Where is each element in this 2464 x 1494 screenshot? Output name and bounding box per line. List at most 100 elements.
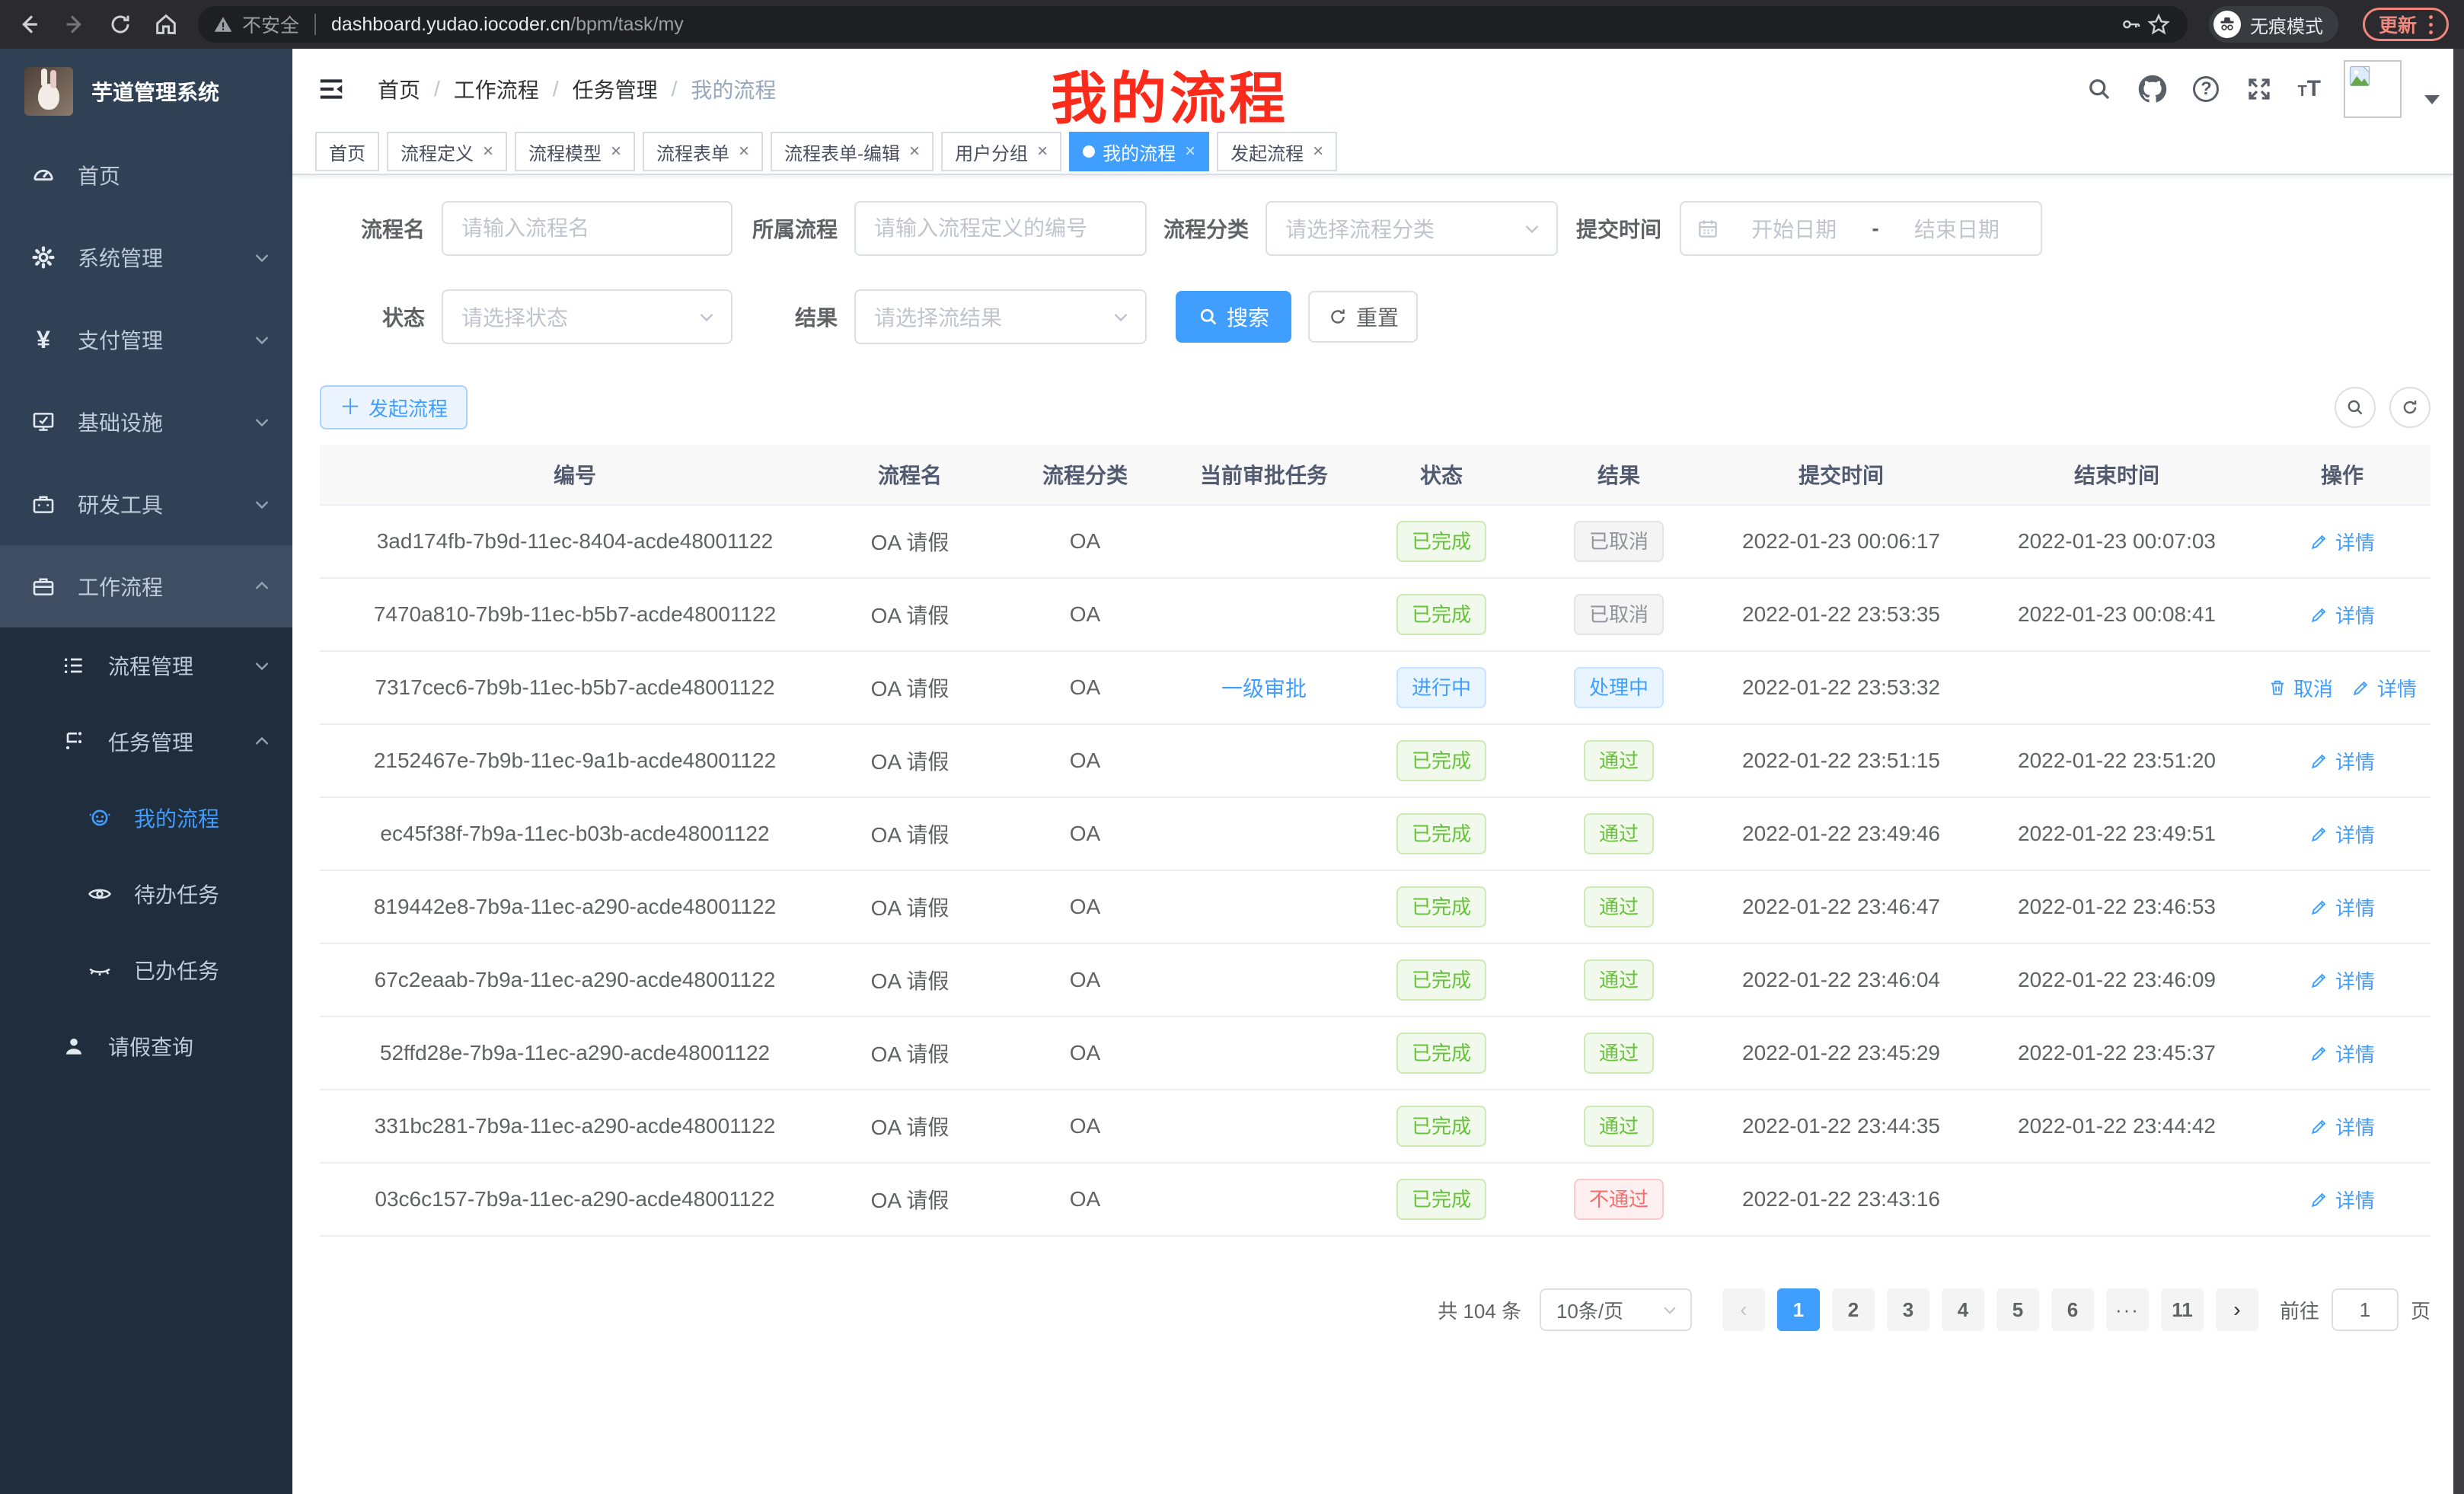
page-button-3[interactable]: 3: [1887, 1288, 1929, 1331]
close-icon[interactable]: ×: [739, 142, 749, 161]
result-badge: 通过: [1584, 886, 1654, 927]
tab-流程模型[interactable]: 流程模型 ×: [515, 132, 635, 171]
next-page-button[interactable]: ›: [2216, 1288, 2258, 1331]
detail-link[interactable]: 详情: [2351, 674, 2417, 702]
avatar[interactable]: [2344, 60, 2402, 118]
tab-label: 流程模型: [528, 139, 602, 165]
fullscreen-icon[interactable]: [2244, 74, 2274, 104]
security-warning-icon[interactable]: [213, 14, 233, 34]
result-badge: 不通过: [1574, 1179, 1664, 1220]
sidebar-item-leave-query[interactable]: 请假查询: [0, 1008, 292, 1084]
detail-link[interactable]: 详情: [2309, 893, 2375, 921]
goto-page-input[interactable]: [2332, 1288, 2399, 1331]
github-icon[interactable]: [2137, 74, 2168, 104]
page-button-6[interactable]: 6: [2051, 1288, 2094, 1331]
action-label: 详情: [2335, 1039, 2375, 1068]
tab-首页[interactable]: 首页: [315, 132, 379, 171]
sidebar-collapse-icon[interactable]: [317, 74, 347, 104]
breadcrumb-task-mgmt[interactable]: 任务管理: [573, 74, 658, 104]
close-icon[interactable]: ×: [483, 142, 493, 161]
page-button-11[interactable]: 11: [2161, 1288, 2204, 1331]
breadcrumb-workflow[interactable]: 工作流程: [454, 74, 539, 104]
page-button-5[interactable]: 5: [1996, 1288, 2039, 1331]
category-select[interactable]: 请选择流程分类: [1266, 201, 1558, 256]
toggle-search-button[interactable]: [2335, 387, 2376, 428]
close-icon[interactable]: ×: [1037, 142, 1048, 161]
font-size-icon[interactable]: TT: [2297, 76, 2321, 102]
sidebar-item-payment[interactable]: ¥ 支付管理: [0, 298, 292, 381]
table-row: 7470a810-7b9b-11ec-b5b7-acde48001122OA 请…: [320, 579, 2430, 652]
close-icon[interactable]: ×: [1313, 142, 1323, 161]
sidebar-item-my-process[interactable]: 我的流程: [0, 780, 292, 856]
detail-link[interactable]: 详情: [2309, 1186, 2375, 1214]
detail-link[interactable]: 详情: [2309, 1113, 2375, 1141]
help-icon[interactable]: ?: [2191, 74, 2221, 104]
tab-我的流程[interactable]: 我的流程×: [1069, 132, 1209, 171]
avatar-caret-icon[interactable]: [2424, 95, 2440, 104]
refresh-table-button[interactable]: [2389, 387, 2430, 428]
detail-link[interactable]: 详情: [2309, 966, 2375, 994]
close-icon[interactable]: ×: [909, 142, 920, 161]
sidebar-item-home[interactable]: 首页: [0, 134, 292, 216]
sidebar-item-devtools[interactable]: 研发工具: [0, 463, 292, 545]
eye-icon: [87, 881, 113, 907]
security-label[interactable]: 不安全: [242, 11, 299, 38]
sidebar-item-process-mgmt[interactable]: 流程管理: [0, 627, 292, 704]
page-ellipsis[interactable]: ···: [2106, 1288, 2149, 1331]
back-icon[interactable]: [15, 11, 43, 38]
cell-result: 通过: [1535, 1033, 1703, 1074]
detail-link[interactable]: 详情: [2309, 1039, 2375, 1068]
process-name-input[interactable]: [442, 201, 732, 256]
cancel-link[interactable]: 取消: [2268, 674, 2333, 702]
update-label[interactable]: 更新: [2379, 11, 2417, 38]
page-button-4[interactable]: 4: [1942, 1288, 1984, 1331]
cell-end-time: 2022-01-22 23:45:37: [1980, 1041, 2254, 1065]
breadcrumb-home[interactable]: 首页: [378, 74, 420, 104]
sidebar-item-todo-tasks[interactable]: 待办任务: [0, 856, 292, 932]
browser-update-button[interactable]: 更新: [2363, 8, 2449, 41]
sidebar-item-system[interactable]: 系统管理: [0, 216, 292, 298]
detail-link[interactable]: 详情: [2309, 747, 2375, 775]
start-process-button[interactable]: ＋ 发起流程: [320, 385, 468, 429]
detail-link[interactable]: 详情: [2309, 820, 2375, 848]
bookmark-star-icon[interactable]: [2145, 11, 2172, 38]
close-icon[interactable]: ×: [611, 142, 621, 161]
password-key-icon[interactable]: [2118, 11, 2145, 38]
home-icon[interactable]: [152, 11, 180, 38]
tab-流程定义[interactable]: 流程定义×: [387, 132, 507, 171]
start-date-placeholder[interactable]: 开始日期: [1725, 213, 1862, 244]
chevron-down-icon: [1523, 219, 1541, 238]
page-size-select[interactable]: 10条/页: [1540, 1288, 1692, 1331]
sidebar-item-infrastructure[interactable]: 基础设施: [0, 381, 292, 463]
sidebar-item-task-mgmt[interactable]: 任务管理: [0, 704, 292, 780]
browser-toolbar: 不安全 dashboard.yudao.iocoder.cn/bpm/task/…: [0, 0, 2464, 49]
tab-流程表单-编辑[interactable]: 流程表单-编辑×: [771, 132, 934, 171]
address-bar[interactable]: 不安全 dashboard.yudao.iocoder.cn/bpm/task/…: [198, 6, 2188, 43]
process-definition-input[interactable]: [854, 201, 1147, 256]
task-link[interactable]: 一级审批: [1221, 677, 1307, 701]
search-icon[interactable]: [2084, 74, 2115, 104]
page-button-2[interactable]: 2: [1832, 1288, 1875, 1331]
reset-button[interactable]: 重置: [1308, 291, 1418, 343]
tags-view: 首页流程定义×流程模型×流程表单×流程表单-编辑×用户分组×我的流程×发起流程×: [292, 129, 2464, 175]
tab-流程表单[interactable]: 流程表单×: [643, 132, 763, 171]
cell-submit-time: 2022-01-22 23:53:35: [1703, 602, 1980, 627]
detail-link[interactable]: 详情: [2309, 528, 2375, 556]
result-select[interactable]: 请选择流结果: [854, 289, 1147, 344]
page-button-1[interactable]: 1: [1777, 1288, 1820, 1331]
close-icon[interactable]: ×: [1185, 142, 1195, 161]
sidebar-item-workflow[interactable]: 工作流程: [0, 545, 292, 627]
reload-icon[interactable]: [107, 11, 134, 38]
browser-menu-icon[interactable]: [2429, 15, 2433, 34]
sidebar-item-done-tasks[interactable]: 已办任务: [0, 932, 292, 1008]
detail-link[interactable]: 详情: [2309, 601, 2375, 629]
status-select[interactable]: 请选择状态: [442, 289, 732, 344]
end-date-placeholder[interactable]: 结束日期: [1888, 213, 2025, 244]
forward-icon[interactable]: [61, 11, 88, 38]
table-row: 3ad174fb-7b9d-11ec-8404-acde48001122OA 请…: [320, 506, 2430, 579]
submit-time-range[interactable]: 开始日期 - 结束日期: [1680, 201, 2042, 256]
tab-用户分组[interactable]: 用户分组×: [941, 132, 1061, 171]
search-button[interactable]: 搜索: [1176, 291, 1291, 343]
prev-page-button[interactable]: ‹: [1722, 1288, 1765, 1331]
tab-发起流程[interactable]: 发起流程×: [1217, 132, 1337, 171]
